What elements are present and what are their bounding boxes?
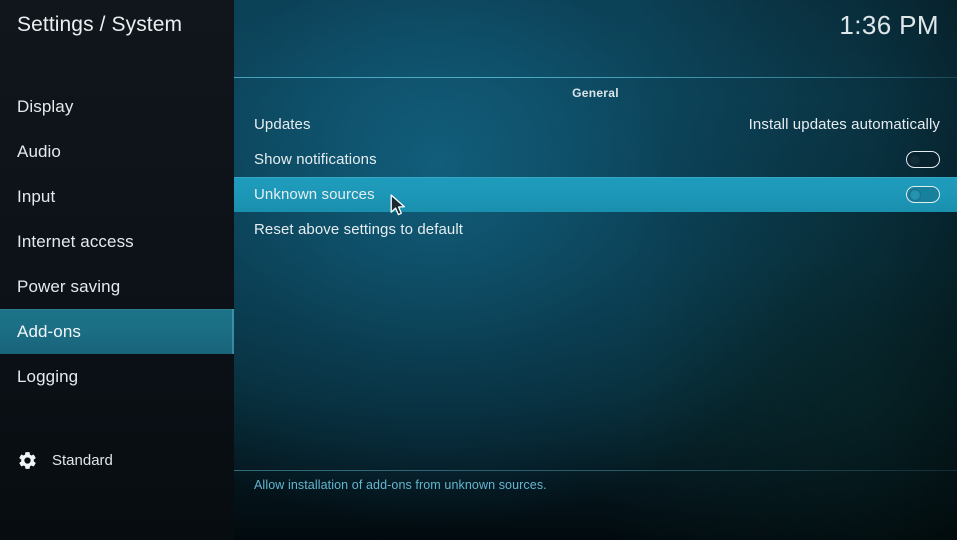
- setting-row-updates[interactable]: Updates Install updates automatically: [234, 107, 957, 142]
- sidebar-item-label: Display: [17, 96, 74, 116]
- toggle-knob: [909, 153, 921, 166]
- sidebar-item-add-ons[interactable]: Add-ons: [0, 309, 234, 354]
- sidebar-item-internet-access[interactable]: Internet access: [0, 219, 234, 264]
- sidebar: Settings / System Display Audio Input In…: [0, 0, 234, 540]
- setting-description: Allow installation of add-ons from unkno…: [254, 478, 547, 492]
- settings-group-title: General: [572, 86, 619, 100]
- page-title: Settings / System: [17, 13, 183, 36]
- header-divider: [234, 77, 957, 78]
- toggle-knob: [909, 188, 921, 201]
- sidebar-item-label: Audio: [17, 141, 61, 161]
- gear-icon: [17, 450, 38, 471]
- sidebar-item-logging[interactable]: Logging: [0, 354, 234, 399]
- setting-row-show-notifications[interactable]: Show notifications: [234, 142, 957, 177]
- settings-list: Updates Install updates automatically Sh…: [234, 107, 957, 247]
- sidebar-item-label: Add-ons: [17, 321, 82, 341]
- setting-value: Install updates automatically: [748, 116, 940, 133]
- sidebar-item-power-saving[interactable]: Power saving: [0, 264, 234, 309]
- description-divider: [234, 470, 957, 471]
- sidebar-item-label: Input: [17, 186, 56, 206]
- kodi-settings-window: Settings / System Display Audio Input In…: [0, 0, 957, 540]
- main-content: 1:36 PM General Updates Install updates …: [234, 0, 957, 540]
- settings-level-selector[interactable]: Standard: [17, 450, 113, 471]
- toggle-unknown-sources[interactable]: [906, 186, 940, 203]
- setting-label: Show notifications: [254, 151, 377, 168]
- sidebar-item-label: Power saving: [17, 276, 121, 296]
- setting-label: Unknown sources: [254, 186, 375, 203]
- setting-row-unknown-sources[interactable]: Unknown sources: [234, 177, 957, 212]
- sidebar-item-label: Internet access: [17, 231, 134, 251]
- sidebar-item-label: Logging: [17, 366, 79, 386]
- clock: 1:36 PM: [839, 10, 939, 40]
- setting-row-reset-to-default[interactable]: Reset above settings to default: [234, 212, 957, 247]
- setting-label: Reset above settings to default: [254, 221, 464, 238]
- sidebar-item-audio[interactable]: Audio: [0, 129, 234, 174]
- setting-label: Updates: [254, 116, 311, 133]
- sidebar-item-display[interactable]: Display: [0, 84, 234, 129]
- toggle-show-notifications[interactable]: [906, 151, 940, 168]
- sidebar-item-input[interactable]: Input: [0, 174, 234, 219]
- sidebar-nav: Display Audio Input Internet access Powe…: [0, 84, 234, 399]
- settings-level-label: Standard: [52, 452, 113, 469]
